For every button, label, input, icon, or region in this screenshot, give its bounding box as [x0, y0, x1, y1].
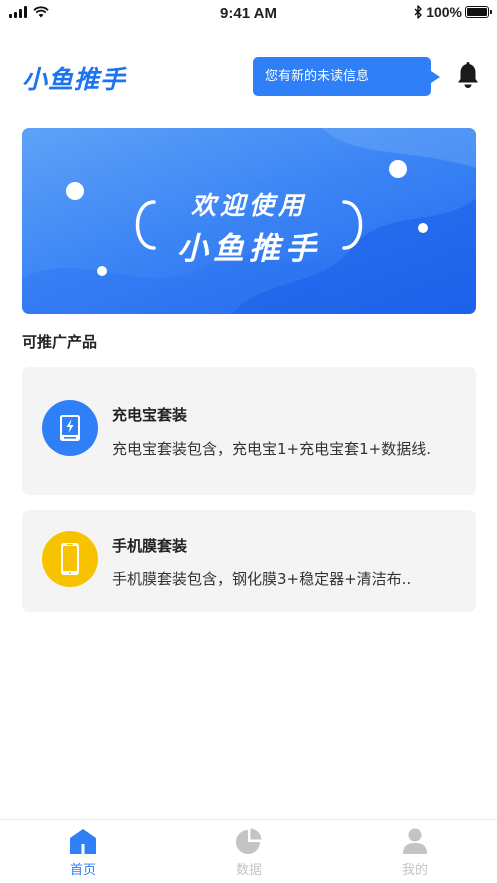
banner-app-name: 小鱼推手 [177, 231, 321, 267]
battery-percent: 100% [426, 4, 462, 20]
power-bank-icon [42, 400, 98, 456]
tab-label: 我的 [401, 863, 428, 878]
product-desc: 手机膜套装包含，钢化膜3+稳定器+清洁布.. [112, 570, 412, 588]
status-right: 100% [414, 4, 492, 20]
tab-label: 首页 [69, 863, 96, 878]
battery-icon [465, 6, 492, 18]
product-title: 充电宝套装 [112, 406, 188, 424]
banner-welcome-text: 欢迎使用 [190, 191, 307, 220]
product-card-power-bank[interactable]: 充电宝套装 充电宝套装包含，充电宝1+充电宝套1+数据线. [22, 367, 476, 495]
unread-notification-tip[interactable]: 您有新的未读信息 [253, 57, 440, 96]
user-icon [403, 828, 427, 854]
product-title: 手机膜套装 [112, 537, 188, 555]
tab-home[interactable]: 首页 [0, 820, 166, 883]
tab-label: 数据 [235, 863, 262, 878]
pie-chart-icon [236, 828, 262, 854]
phone-icon [42, 531, 98, 587]
bell-icon[interactable] [455, 62, 481, 90]
product-card-screen-protector[interactable]: 手机膜套装 手机膜套装包含，钢化膜3+稳定器+清洁布.. [22, 510, 476, 612]
tab-data[interactable]: 数据 [166, 820, 332, 883]
tab-mine[interactable]: 我的 [332, 820, 497, 883]
status-bar: 9:41 AM 100% [0, 0, 497, 28]
product-desc: 充电宝套装包含，充电宝1+充电宝套1+数据线. [112, 440, 431, 458]
bluetooth-icon [414, 5, 422, 19]
tab-bar: 首页 数据 我的 [0, 819, 497, 883]
welcome-banner[interactable]: 欢迎使用 小鱼推手 [22, 128, 476, 314]
section-title: 可推广产品 [22, 333, 98, 351]
home-icon [70, 829, 96, 854]
app-logo: 小鱼推手 [22, 65, 127, 94]
